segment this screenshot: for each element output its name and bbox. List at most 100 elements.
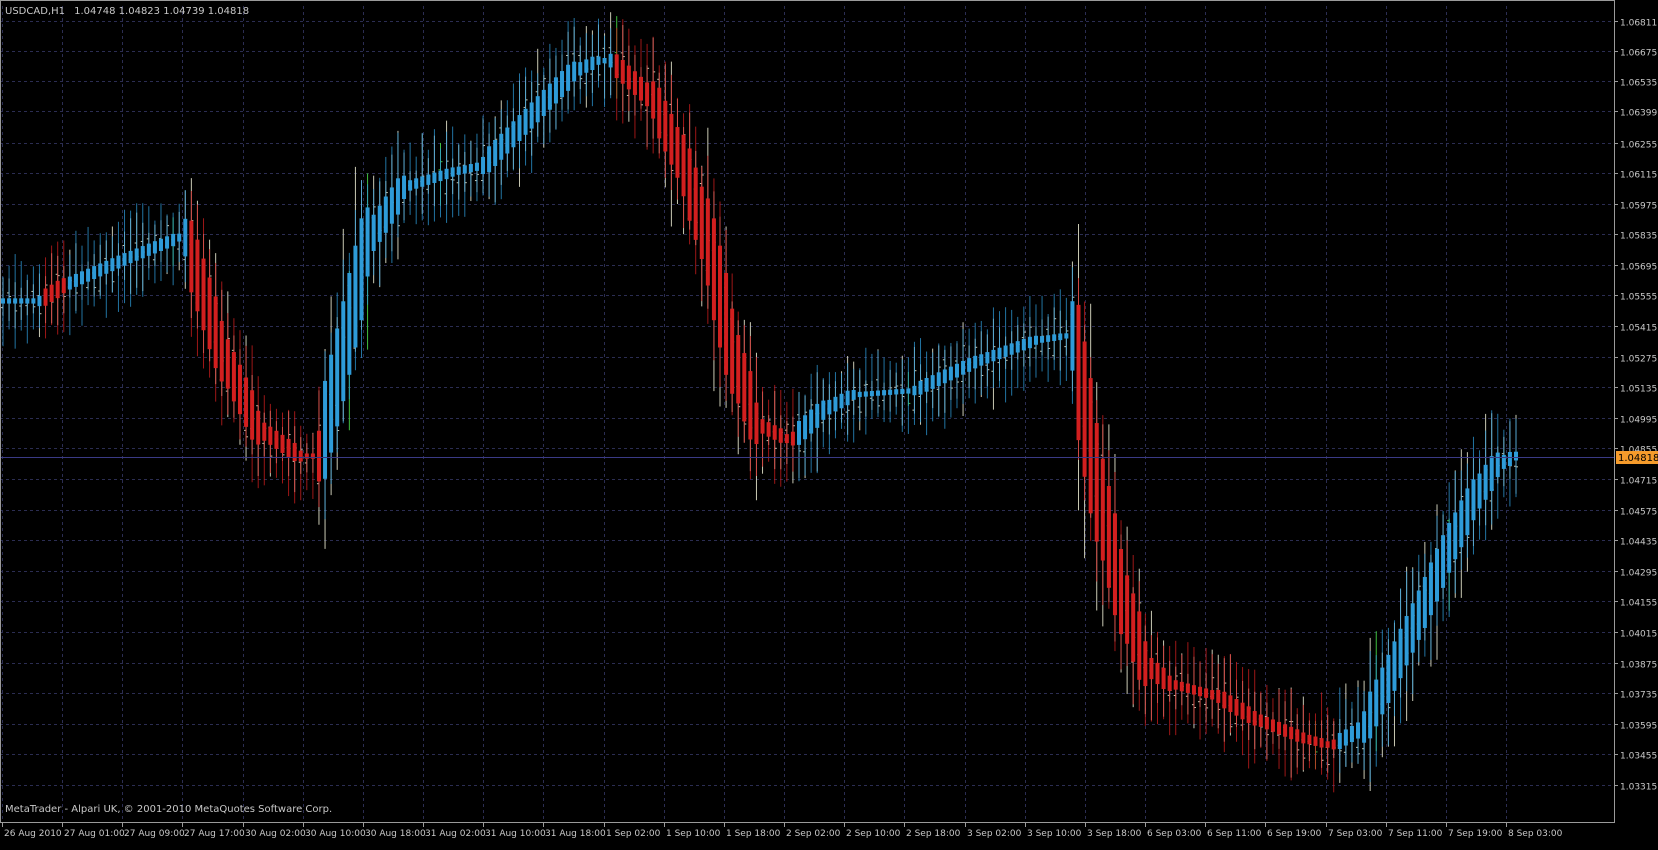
ha-body bbox=[1, 298, 5, 304]
time-tick-label: 7 Sep 03:00 bbox=[1328, 829, 1383, 839]
ha-body bbox=[1058, 333, 1063, 341]
ha-body bbox=[1331, 739, 1336, 750]
price-tick-label: 1.04575 bbox=[1620, 508, 1657, 518]
ha-body bbox=[262, 422, 267, 441]
ha-body bbox=[201, 258, 206, 331]
ha-body bbox=[92, 266, 97, 280]
ha-body bbox=[1191, 685, 1196, 695]
copyright-footer: MetaTrader - Alpari UK, © 2001-2010 Meta… bbox=[5, 804, 332, 815]
ha-body bbox=[86, 268, 91, 282]
ha-body bbox=[1258, 714, 1263, 727]
ha-body bbox=[280, 434, 285, 453]
ha-body bbox=[997, 347, 1002, 360]
ha-body bbox=[778, 428, 783, 443]
ha-body bbox=[924, 377, 929, 392]
chart-canvas[interactable]: 1.06811 1.06675 1.06535 1.06399 1.06255 1.061… bbox=[0, 0, 1658, 850]
ha-body bbox=[1106, 486, 1111, 588]
ha-body bbox=[790, 431, 795, 446]
ha-body bbox=[128, 250, 133, 264]
time-tick-label: 27 Aug 17:00 bbox=[184, 829, 245, 839]
ha-body bbox=[1386, 654, 1391, 703]
ha-body bbox=[523, 108, 528, 135]
ha-body bbox=[347, 272, 352, 375]
ha-body bbox=[1447, 522, 1452, 573]
ha-body bbox=[1198, 686, 1203, 697]
ha-body bbox=[1228, 695, 1233, 713]
ha-body bbox=[323, 380, 328, 479]
time-tick-label: 6 Sep 03:00 bbox=[1147, 829, 1202, 839]
ha-body bbox=[936, 372, 941, 387]
ha-body bbox=[718, 245, 723, 348]
ha-body bbox=[1301, 732, 1306, 744]
ha-body bbox=[1033, 335, 1038, 345]
ha-body bbox=[1149, 657, 1154, 680]
ha-body bbox=[250, 390, 255, 440]
ha-body bbox=[839, 393, 844, 409]
price-tick-label: 1.03875 bbox=[1620, 661, 1657, 671]
price-tick-label: 1.05275 bbox=[1620, 355, 1657, 365]
ha-body bbox=[1112, 513, 1117, 616]
ha-body bbox=[1514, 451, 1518, 461]
ha-body bbox=[930, 375, 935, 389]
ha-body bbox=[796, 420, 801, 445]
ha-body bbox=[152, 241, 157, 254]
ha-body bbox=[693, 167, 698, 240]
ha-body bbox=[1222, 691, 1227, 709]
ha-body bbox=[274, 430, 279, 449]
ha-body bbox=[1289, 726, 1294, 740]
ha-body bbox=[760, 419, 765, 434]
ha-body bbox=[1477, 473, 1482, 509]
time-tick-label: 3 Sep 18:00 bbox=[1087, 829, 1142, 839]
time-tick-label: 8 Sep 03:00 bbox=[1508, 829, 1563, 839]
ha-body bbox=[359, 218, 364, 321]
ha-body bbox=[730, 308, 735, 394]
time-tick-label: 31 Aug 10:00 bbox=[485, 829, 546, 839]
price-tick-label: 1.04295 bbox=[1620, 569, 1657, 579]
ha-body bbox=[961, 360, 966, 375]
ha-body bbox=[505, 127, 510, 154]
ha-body bbox=[687, 148, 692, 221]
ha-body bbox=[1507, 452, 1512, 466]
ha-body bbox=[754, 402, 759, 445]
ha-body bbox=[608, 53, 613, 68]
ha-body bbox=[772, 425, 777, 440]
ha-body bbox=[954, 363, 959, 378]
ha-body bbox=[1295, 729, 1300, 742]
chart-title: USDCAD,H1 1.04748 1.04823 1.04739 1.0481… bbox=[5, 6, 249, 17]
ha-body bbox=[815, 403, 820, 428]
ha-body bbox=[1094, 423, 1099, 542]
price-tick-label: 1.03735 bbox=[1620, 691, 1657, 701]
ha-body bbox=[736, 335, 741, 404]
ha-body bbox=[979, 354, 984, 366]
ha-body bbox=[1064, 333, 1069, 339]
time-tick-label: 3 Sep 02:00 bbox=[967, 829, 1022, 839]
ha-body bbox=[1307, 734, 1312, 745]
ha-body bbox=[195, 239, 200, 312]
ha-body bbox=[353, 245, 358, 348]
ha-body bbox=[1234, 699, 1239, 716]
ha-body bbox=[1422, 576, 1427, 628]
ha-body bbox=[493, 140, 498, 166]
ha-body bbox=[566, 64, 571, 91]
ha-body bbox=[189, 220, 194, 293]
price-tick-label: 1.06535 bbox=[1620, 79, 1657, 89]
ha-body bbox=[474, 162, 479, 171]
ha-body bbox=[1204, 688, 1209, 698]
price-tick-label: 1.06255 bbox=[1620, 141, 1657, 151]
ha-body bbox=[1362, 711, 1367, 743]
ha-body bbox=[55, 280, 60, 299]
ha-body bbox=[1410, 603, 1415, 653]
ha-body bbox=[1356, 722, 1361, 739]
ha-body bbox=[444, 168, 449, 180]
ha-body bbox=[535, 96, 540, 123]
ha-body bbox=[104, 260, 109, 274]
ha-body bbox=[244, 377, 249, 427]
price-tick-label: 1.05135 bbox=[1620, 385, 1657, 395]
ha-body bbox=[456, 166, 461, 175]
ha-body bbox=[991, 349, 996, 362]
ha-body bbox=[784, 434, 789, 444]
ha-body bbox=[487, 146, 492, 173]
ha-body bbox=[620, 59, 625, 84]
ha-body bbox=[49, 284, 54, 302]
ha-body bbox=[19, 298, 24, 304]
